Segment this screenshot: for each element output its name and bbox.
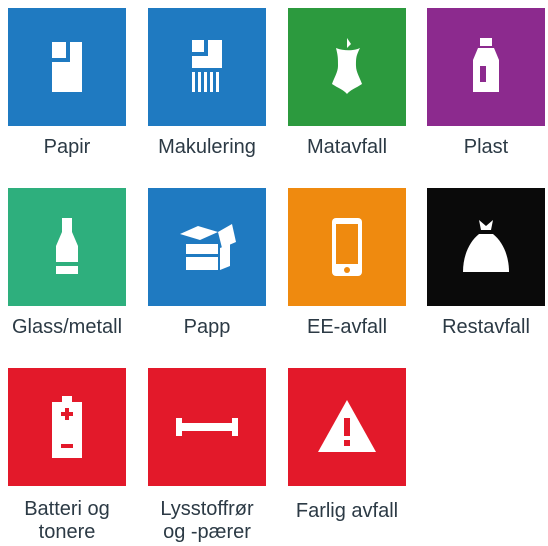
label-makulering: Makulering xyxy=(158,136,256,158)
tile-plast xyxy=(427,8,545,126)
label-lysstoffror-line-2: og -pærer xyxy=(163,521,251,543)
shredded-paper-icon xyxy=(192,40,222,92)
label-batteri-line-2: tonere xyxy=(38,521,96,543)
tile-makulering xyxy=(148,8,266,126)
label-papp: Papp xyxy=(183,316,231,338)
label-lysstoffror-line-1: Lysstoffrør xyxy=(160,498,254,520)
fluorescent-tube-icon xyxy=(176,418,238,436)
label-lysstoffror: Lysstoffrør og -pærer xyxy=(132,498,282,544)
paper-icon xyxy=(52,42,82,92)
label-restavfall: Restavfall xyxy=(442,316,530,338)
trash-bag-icon xyxy=(463,220,509,272)
tile-papir xyxy=(8,8,126,126)
label-glass-metall: Glass/metall xyxy=(11,316,123,338)
tile-farlig-avfall xyxy=(288,368,406,486)
tile-restavfall xyxy=(427,188,545,306)
label-plast: Plast xyxy=(463,136,509,158)
glass-bottle-icon xyxy=(56,218,78,274)
plastic-bottle-icon xyxy=(473,38,499,92)
tile-papp xyxy=(148,188,266,306)
phone-icon xyxy=(332,218,362,276)
label-ee-avfall: EE-avfall xyxy=(306,316,388,338)
apple-core-icon xyxy=(332,38,362,94)
warning-triangle-icon xyxy=(318,400,376,452)
tile-glass-metall xyxy=(8,188,126,306)
label-matavfall: Matavfall xyxy=(306,136,388,158)
label-farlig-avfall: Farlig avfall xyxy=(295,500,399,522)
cardboard-box-icon xyxy=(180,224,236,270)
tile-matavfall xyxy=(288,8,406,126)
tile-ee-avfall xyxy=(288,188,406,306)
label-batteri-line-1: Batteri og xyxy=(24,498,110,520)
tile-batteri xyxy=(8,368,126,486)
battery-icon xyxy=(52,396,82,458)
label-papir: Papir xyxy=(43,136,91,158)
label-batteri: Batteri og tonere xyxy=(0,498,142,544)
tile-lysstoffror xyxy=(148,368,266,486)
